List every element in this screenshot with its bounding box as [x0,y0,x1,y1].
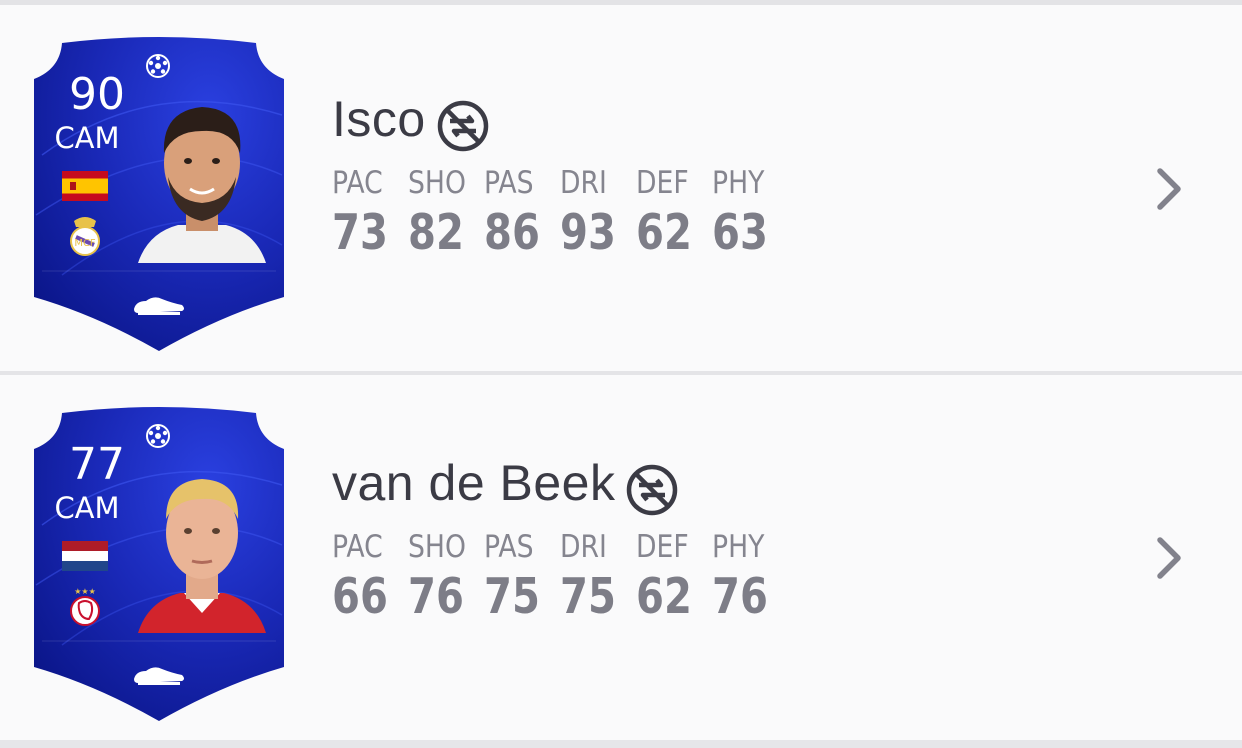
stat-pac: PAC 66 [332,527,408,627]
player-card: 90 CAM MCF [32,35,286,355]
stat-dri: DRI 75 [560,527,636,627]
stat-sho: SHO 76 [408,527,484,627]
stat-label: DRI [560,165,607,201]
boot-icon [134,297,184,315]
stat-def: DEF 62 [636,527,712,627]
stat-label: SHO [408,165,466,201]
player-card: 77 CAM ★★★ [32,405,286,725]
stat-value: 76 [712,568,768,625]
player-name-line: Isco [332,85,490,153]
ajax-badge-icon: ★★★ [70,587,100,626]
untradeable-icon [437,100,488,152]
stat-label: PAC [332,165,383,201]
untradeable-icon [627,464,678,516]
player-name-line: van de Beek [332,449,679,517]
chevron-right-icon[interactable] [1150,532,1190,584]
stat-label: PAS [484,165,534,201]
stat-value: 75 [560,568,616,625]
stat-value: 66 [332,568,388,625]
real-madrid-badge-icon: MCF [70,217,100,256]
player-list: 90 CAM MCF Isco PAC 73 SHO 82 PAS 86 DRI… [0,0,1242,748]
player-row-isco[interactable]: 90 CAM MCF Isco PAC 73 SHO 82 PAS 86 DRI… [0,5,1242,371]
stat-label: PHY [712,529,765,565]
spain-flag-icon [62,171,108,201]
stat-dri: DRI 93 [560,163,636,263]
stat-value: 93 [560,204,616,261]
stat-value: 75 [484,568,540,625]
bottom-divider [0,740,1242,748]
card-position: CAM [54,491,120,525]
stat-pac: PAC 73 [332,163,408,263]
stat-value: 62 [636,204,692,261]
stat-value: 76 [408,568,464,625]
boot-icon [134,667,184,685]
stat-label: DEF [636,529,689,565]
svg-text:MCF: MCF [74,238,96,249]
stat-sho: SHO 82 [408,163,484,263]
stat-label: DEF [636,165,689,201]
champions-league-icon [146,54,170,78]
champions-league-icon [146,424,170,448]
stat-value: 63 [712,204,768,261]
player-portrait [138,479,266,633]
stat-label: PHY [712,165,765,201]
stat-label: PAS [484,529,534,565]
player-row-van-de-beek[interactable]: 77 CAM ★★★ van de Beek PAC 66 SHO 76 PAS… [0,375,1242,740]
stat-phy: PHY 63 [712,163,788,263]
player-name: van de Beek [332,455,616,511]
stat-pas: PAS 75 [484,527,560,627]
stat-value: 82 [408,204,464,261]
stat-def: DEF 62 [636,163,712,263]
player-name: Isco [332,91,426,147]
card-position: CAM [54,121,120,155]
stat-value: 73 [332,204,388,261]
player-portrait [138,107,266,263]
player-stats: PAC 73 SHO 82 PAS 86 DRI 93 DEF 62 PHY 6… [332,163,788,263]
stat-pas: PAS 86 [484,163,560,263]
chevron-right-icon[interactable] [1150,163,1190,215]
svg-text:★★★: ★★★ [74,587,96,596]
netherlands-flag-icon [62,541,108,571]
player-stats: PAC 66 SHO 76 PAS 75 DRI 75 DEF 62 PHY 7… [332,527,788,627]
stat-label: PAC [332,529,383,565]
stat-label: DRI [560,529,607,565]
stat-label: SHO [408,529,466,565]
stat-value: 62 [636,568,692,625]
stat-phy: PHY 76 [712,527,788,627]
stat-value: 86 [484,204,540,261]
